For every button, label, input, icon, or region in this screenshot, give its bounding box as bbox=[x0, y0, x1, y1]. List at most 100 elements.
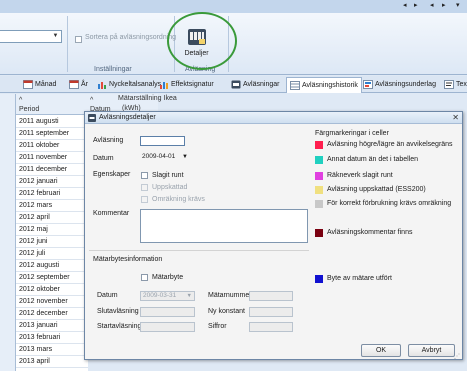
table-row[interactable]: 2012 augusti bbox=[16, 260, 88, 272]
ny-konstant-input[interactable] bbox=[249, 307, 293, 317]
sort-up-icon[interactable]: ^ bbox=[19, 97, 22, 104]
close-icon[interactable]: ✕ bbox=[452, 113, 459, 122]
dialog-title: Avläsningsdetaljer bbox=[99, 114, 156, 121]
chevron-down-icon-datum[interactable]: ▼ bbox=[182, 153, 188, 161]
mb-datum-label: Datum bbox=[97, 292, 118, 299]
table-row[interactable]: 2013 februari bbox=[16, 332, 88, 344]
datum-picker[interactable]: 2009-04-01 ▼ bbox=[140, 153, 190, 163]
tab-reading-history[interactable]: Avläsningshistorik bbox=[286, 77, 362, 93]
tab-readings[interactable]: Avläsningar bbox=[228, 77, 282, 92]
arrow-left-icon-2[interactable]: ◂ bbox=[430, 1, 434, 9]
kommentar-label: Kommentar bbox=[93, 210, 130, 217]
sort-checkbox[interactable] bbox=[75, 36, 82, 43]
legend-swatch-rollover bbox=[315, 172, 323, 180]
table-row[interactable]: 2012 oktober bbox=[16, 284, 88, 296]
meter-icon bbox=[231, 80, 241, 89]
arrow-right-icon[interactable]: ▸ bbox=[414, 1, 418, 9]
matarnummer-input[interactable] bbox=[249, 291, 293, 301]
uppskattad-checkbox[interactable] bbox=[141, 184, 148, 191]
ny-konstant-label: Ny konstant bbox=[208, 308, 245, 315]
legend-label-recalc: För korrekt förbrukning krävs omräkning bbox=[327, 200, 452, 207]
table-row[interactable]: 2013 januari bbox=[16, 320, 88, 332]
arrow-left-icon[interactable]: ◂ bbox=[403, 1, 407, 9]
ribbon-separator-3 bbox=[228, 16, 229, 72]
datum-label: Datum bbox=[93, 155, 114, 162]
table-row[interactable]: 2012 december bbox=[16, 308, 88, 320]
tab-bar: Månad År Nyckeltalsanalys Effektsignatur… bbox=[0, 76, 467, 93]
legend-swatch-estimated bbox=[315, 186, 323, 194]
tab-effect-signature[interactable]: Effektsignatur bbox=[156, 77, 217, 92]
table-row[interactable]: 2011 oktober bbox=[16, 140, 88, 152]
siffror-input[interactable] bbox=[249, 322, 293, 332]
kommentar-textarea[interactable] bbox=[140, 209, 308, 243]
row-selector-column bbox=[0, 94, 16, 371]
mb-datum-picker[interactable]: 2009-03-31 ▼ bbox=[140, 291, 195, 301]
window-top-strip: ◂ ▸ ◂ ▸ ▾ bbox=[0, 0, 467, 13]
tab-reading-basis-label: Avläsningsunderlag bbox=[375, 81, 436, 88]
details-button-label: Detaljer bbox=[184, 50, 209, 57]
legend-swatch-deviation bbox=[315, 141, 323, 149]
header-meter[interactable]: Mätarställning Ikea bbox=[118, 95, 177, 102]
table-row[interactable]: 2011 december bbox=[16, 164, 88, 176]
ok-button[interactable]: OK bbox=[361, 344, 401, 357]
section-divider bbox=[89, 250, 309, 251]
legend-swatch-other-date bbox=[315, 156, 323, 164]
table-row[interactable]: 2012 juli bbox=[16, 248, 88, 260]
key-figures-icon bbox=[98, 82, 106, 89]
tab-month[interactable]: Månad bbox=[20, 77, 59, 92]
slagit-runt-checkbox[interactable] bbox=[141, 172, 148, 179]
table-row[interactable]: 2012 november bbox=[16, 296, 88, 308]
matarnummer-label: Mätarnummer bbox=[208, 292, 252, 299]
tab-month-label: Månad bbox=[35, 81, 57, 88]
table-row[interactable]: 2012 mars bbox=[16, 200, 88, 212]
reading-details-dialog: Avläsningsdetaljer ✕ Avläsning Datum 200… bbox=[84, 111, 463, 360]
matarbyte-checkbox[interactable] bbox=[141, 274, 148, 281]
chevron-down-icon[interactable]: ▼ bbox=[51, 32, 60, 41]
header-period[interactable]: Period bbox=[19, 106, 39, 113]
details-icon bbox=[187, 29, 206, 45]
matarbyte-label: Mätarbyte bbox=[152, 274, 184, 281]
datum-value: 2009-04-01 bbox=[142, 153, 176, 160]
tab-year-label: År bbox=[81, 81, 88, 88]
tab-key-figures-label: Nyckeltalsanalys bbox=[109, 81, 162, 88]
ribbon-separator-2 bbox=[174, 16, 175, 72]
legend-label-other-date: Annat datum än det i tabellen bbox=[327, 156, 419, 163]
resize-grip-icon[interactable]: ⋰ bbox=[454, 353, 461, 360]
selector-combobox[interactable]: ▼ bbox=[0, 30, 62, 43]
table-row[interactable]: 2013 april bbox=[16, 356, 88, 368]
tab-text[interactable]: Tex bbox=[441, 77, 467, 92]
avlasning-input[interactable] bbox=[140, 136, 185, 146]
table-row[interactable]: 2012 september bbox=[16, 272, 88, 284]
legend-title: Färgmarkeringar i celler bbox=[315, 130, 389, 137]
tab-reading-basis[interactable]: Avläsningsunderlag bbox=[360, 77, 439, 92]
startavlasning-label: Startavläsning bbox=[97, 323, 142, 330]
effect-signature-icon bbox=[160, 82, 168, 89]
calendar-icon bbox=[23, 80, 33, 89]
sort-up-icon-2[interactable]: ^ bbox=[90, 97, 93, 104]
table-row[interactable]: 2012 januari bbox=[16, 176, 88, 188]
table-row[interactable]: 2012 juni bbox=[16, 236, 88, 248]
arrow-right-icon-2[interactable]: ▸ bbox=[442, 1, 446, 9]
table-row[interactable]: 2012 februari bbox=[16, 188, 88, 200]
table-row[interactable]: 2011 november bbox=[16, 152, 88, 164]
table-row[interactable]: 2012 april bbox=[16, 212, 88, 224]
table-row[interactable]: 2011 september bbox=[16, 128, 88, 140]
omrakning-checkbox[interactable] bbox=[141, 196, 148, 203]
table-row[interactable]: 2013 mars bbox=[16, 344, 88, 356]
slutavlasning-input[interactable] bbox=[140, 307, 195, 317]
legend-label-deviation: Avläsning högre/lägre än avvikelsegräns bbox=[327, 141, 453, 148]
arrow-down-icon[interactable]: ▾ bbox=[456, 1, 460, 9]
avlasning-label: Avläsning bbox=[93, 137, 124, 144]
cancel-button[interactable]: Avbryt bbox=[408, 344, 455, 357]
table-row[interactable]: 2011 augusti bbox=[16, 116, 88, 128]
legend-swatch-comment bbox=[315, 229, 323, 237]
tab-year[interactable]: År bbox=[66, 77, 91, 92]
tab-key-figures[interactable]: Nyckeltalsanalys bbox=[94, 77, 164, 92]
slagit-runt-label: Slagit runt bbox=[152, 172, 184, 179]
startavlasning-input[interactable] bbox=[140, 322, 195, 332]
details-button[interactable]: Detaljer bbox=[181, 28, 212, 60]
mb-datum-value: 2009-03-31 bbox=[143, 292, 177, 299]
sort-label: Sortera på avläsningsordning bbox=[85, 34, 177, 41]
table-row[interactable]: 2012 maj bbox=[16, 224, 88, 236]
chevron-down-icon-mb[interactable]: ▼ bbox=[187, 292, 192, 300]
